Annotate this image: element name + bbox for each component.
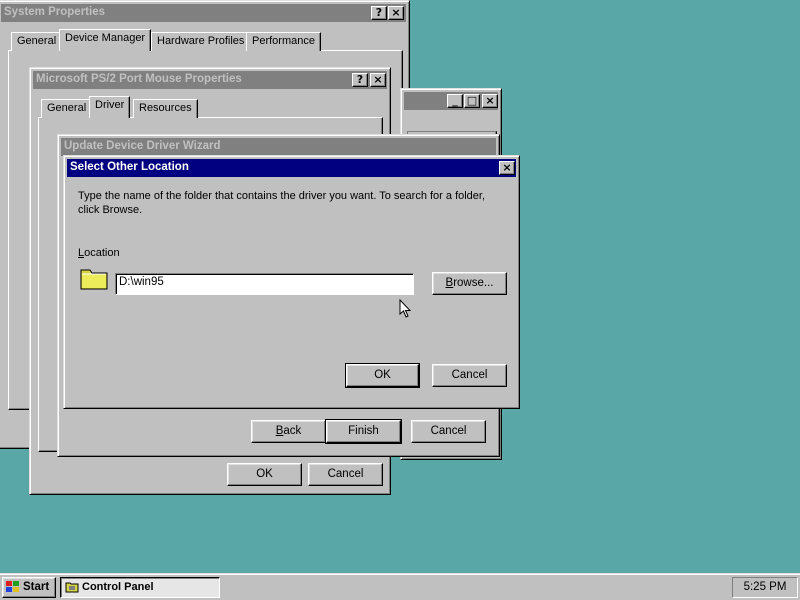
ok-button[interactable]: OK [227, 463, 302, 486]
window-title: System Properties [4, 6, 105, 18]
start-button[interactable]: Start [2, 577, 56, 598]
dialog-title: Select Other Location [70, 161, 189, 173]
location-input[interactable]: D:\win95 [115, 273, 414, 295]
folder-icon [80, 266, 108, 290]
cancel-button[interactable]: Cancel [432, 364, 507, 387]
window-title: Microsoft PS/2 Port Mouse Properties [36, 73, 242, 85]
taskbar-item-label: Control Panel [82, 581, 154, 593]
close-button[interactable]: × [388, 6, 404, 20]
tab-resources[interactable]: Resources [133, 99, 198, 118]
close-button[interactable]: × [499, 161, 515, 175]
close-button[interactable]: × [370, 73, 386, 87]
tab-general[interactable]: General [11, 32, 63, 51]
system-tray: 5:25 PM [732, 577, 798, 598]
taskbar-item-control-panel[interactable]: Control Panel [60, 577, 220, 598]
mouse-cursor-icon [399, 298, 412, 319]
ok-button[interactable]: OK [345, 363, 420, 388]
tab-general[interactable]: General [41, 99, 93, 118]
minimize-button[interactable]: _ [447, 94, 463, 108]
help-button[interactable]: ? [371, 6, 387, 20]
back-button[interactable]: Back [251, 420, 326, 443]
tab-driver[interactable]: Driver [89, 96, 131, 118]
tab-performance[interactable]: Performance [246, 32, 321, 51]
tab-hardware-profiles[interactable]: Hardware Profiles [151, 32, 251, 51]
select-location-dialog: Select Other Location × Type the name of… [63, 155, 520, 409]
maximize-button[interactable]: □ [464, 94, 480, 108]
clock[interactable]: 5:25 PM [744, 581, 787, 593]
browse-button[interactable]: Browse... [432, 272, 507, 295]
help-button[interactable]: ? [352, 73, 368, 87]
window-title: Update Device Driver Wizard [64, 140, 221, 152]
finish-button[interactable]: Finish [325, 419, 402, 444]
control-panel-icon [65, 581, 79, 593]
cancel-button[interactable]: Cancel [308, 463, 383, 486]
wizard-titlebar[interactable]: Update Device Driver Wizard [61, 138, 496, 156]
start-label: Start [23, 581, 50, 593]
windows-logo-icon [5, 580, 21, 594]
cancel-button[interactable]: Cancel [411, 420, 486, 443]
close-button[interactable]: × [482, 94, 498, 108]
taskbar: Start Control Panel 5:25 PM [0, 573, 800, 600]
select-location-titlebar[interactable]: Select Other Location [67, 159, 516, 177]
tab-device-manager[interactable]: Device Manager [59, 29, 152, 51]
mouse-properties-titlebar[interactable]: Microsoft PS/2 Port Mouse Properties [33, 71, 387, 89]
instructions-text: Type the name of the folder that contain… [78, 190, 486, 216]
location-label: Location [78, 247, 120, 259]
system-properties-titlebar[interactable]: System Properties [1, 4, 406, 22]
